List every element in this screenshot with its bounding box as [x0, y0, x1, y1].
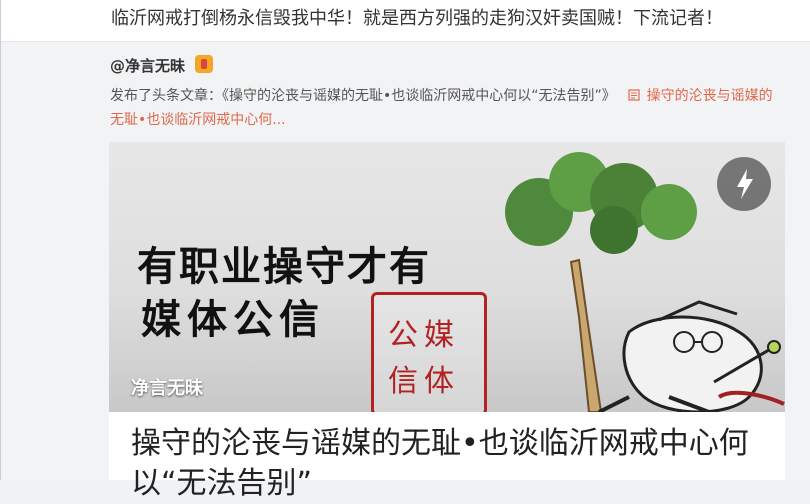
banner-text-line1: 有职业操守才有	[137, 244, 431, 290]
verified-badge-icon	[195, 55, 213, 73]
lightning-icon[interactable]	[717, 157, 771, 211]
banner-text-line2: 媒体公信	[141, 296, 325, 343]
lightning-icon-svg	[737, 169, 753, 199]
description-prefix: 发布了头条文章：《操守的沦丧与谣媒的无耻•也谈临沂网戒中心何以“无法告别”》	[110, 88, 616, 104]
page: 临沂网戒打倒杨永信毁我中华！就是西方列强的走狗汉奸卖国贼！下流记者！ @净言无昧…	[0, 0, 810, 501]
article-card[interactable]: 有职业操守才有 媒体公信 公媒信体 净言无昧 操守的沦丧与谣媒的无耻•也谈临沂网…	[109, 142, 785, 501]
seal-text: 公媒信体	[388, 318, 460, 399]
article-banner[interactable]: 有职业操守才有 媒体公信 公媒信体 净言无昧	[109, 142, 785, 412]
repost-description: 发布了头条文章：《操守的沦丧与谣媒的无耻•也谈临沂网戒中心何以“无法告别”》 操…	[110, 84, 780, 132]
seal-stamp: 公媒信体	[371, 292, 487, 412]
article-icon	[628, 89, 640, 101]
top-post-text: 临沂网戒打倒杨永信毁我中华！就是西方列强的走狗汉奸卖国贼！下流记者！	[111, 8, 723, 29]
top-post-card: 临沂网戒打倒杨永信毁我中华！就是西方列强的走狗汉奸卖国贼！下流记者！	[1, 0, 810, 42]
repost-author[interactable]: @净言无昧	[110, 55, 185, 76]
banner-author: 净言无昧	[131, 378, 203, 399]
article-title[interactable]: 操守的沦丧与谣媒的无耻•也谈临沂网戒中心何以“无法告别”	[131, 424, 771, 504]
